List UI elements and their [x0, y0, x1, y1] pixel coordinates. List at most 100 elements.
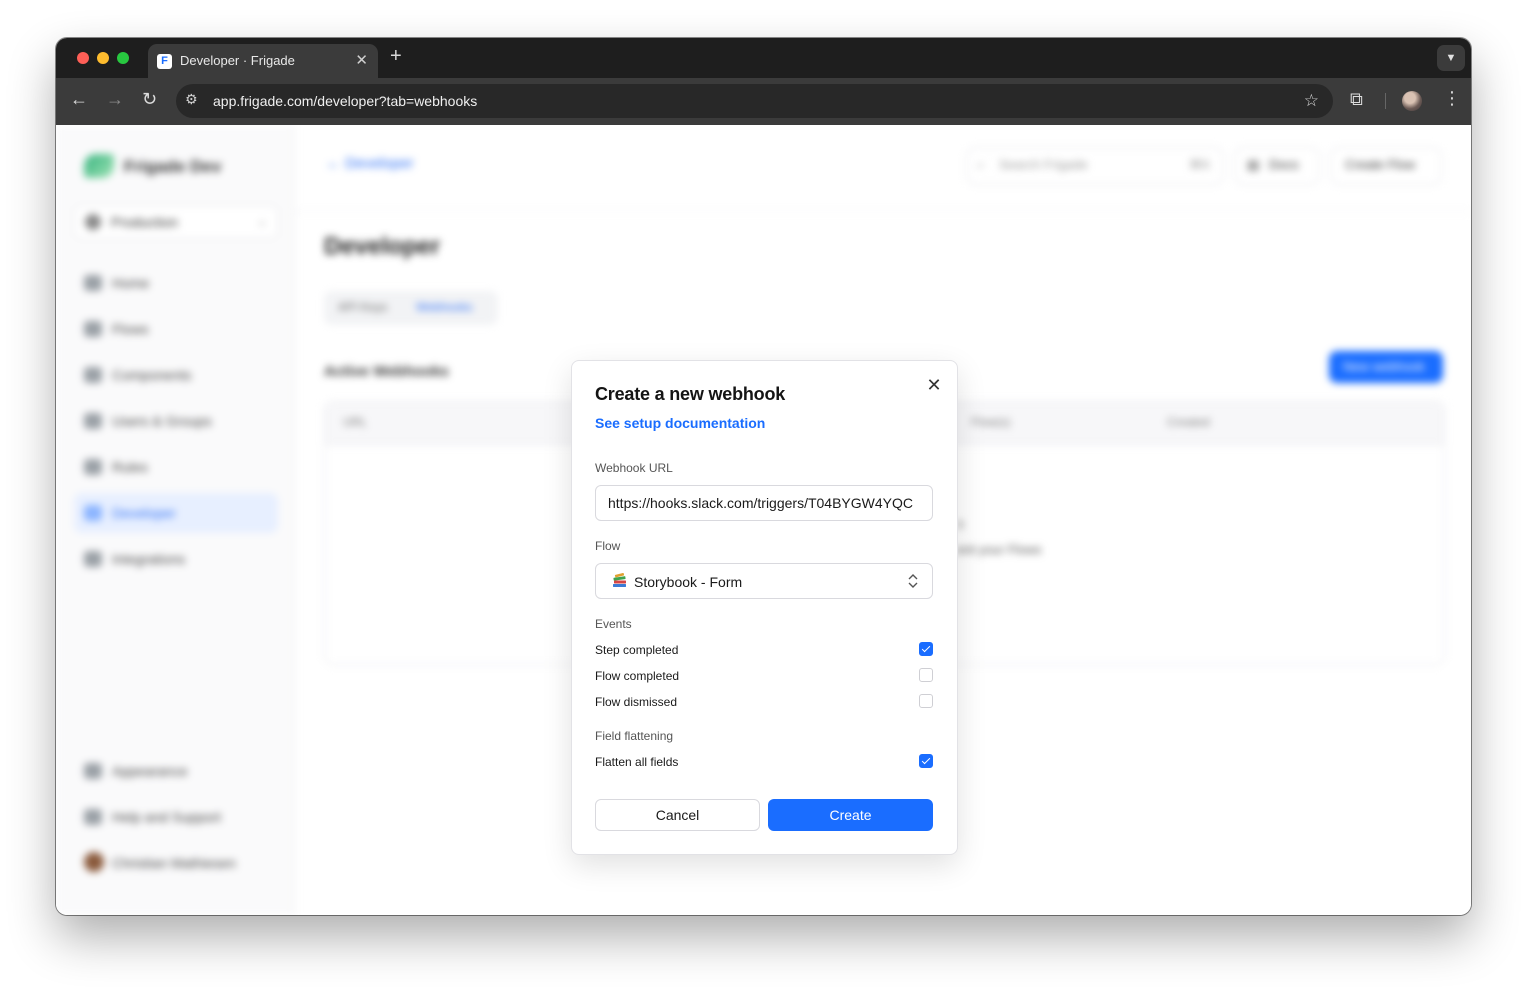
sidebar: Frigade Dev Production ⌄ Home Flows Comp… [56, 125, 295, 915]
flow-dismissed-checkbox[interactable] [919, 694, 933, 708]
forward-arrow-icon[interactable]: → [106, 89, 124, 110]
sidebar-item-label: Flows [112, 321, 149, 337]
flow-select-value: Storybook - Form [634, 574, 743, 590]
create-webhook-modal: ✕ Create a new webhook See setup documen… [571, 360, 958, 855]
browser-menu-icon[interactable]: ⋮ [1443, 88, 1461, 109]
cancel-button[interactable]: Cancel [595, 799, 760, 831]
new-tab-icon[interactable]: + [390, 45, 402, 68]
browser-tab[interactable]: F Developer · Frigade ✕ [148, 44, 378, 78]
globe-icon [85, 214, 101, 230]
docs-label: Docs [1269, 157, 1299, 172]
column-url: URL [343, 415, 368, 429]
breadcrumb[interactable]: ← Developer [326, 155, 414, 172]
bookmark-star-icon[interactable]: ☆ [1304, 91, 1319, 111]
sidebar-item-label: Developer [112, 505, 176, 521]
setup-docs-link[interactable]: See setup documentation [595, 415, 765, 431]
event-step-completed: Step completed [595, 640, 933, 660]
flatten-all-fields-row: Flatten all fields [595, 752, 933, 772]
webhook-url-label: Webhook URL [595, 461, 673, 475]
user-name[interactable]: Christian Mathiesen [112, 855, 236, 871]
tab-search-icon[interactable]: ▼ [1437, 45, 1465, 71]
integrations-icon [84, 551, 102, 567]
environment-label: Production [111, 214, 178, 230]
close-icon[interactable]: ✕ [922, 373, 946, 397]
sidebar-item-label: Users & Groups [112, 413, 212, 429]
profile-avatar[interactable] [1402, 91, 1422, 111]
url-text[interactable]: app.frigade.com/developer?tab=webhooks [213, 93, 477, 109]
create-flow-label: Create Flow [1345, 157, 1416, 172]
site-settings-icon[interactable]: ⚙ [185, 91, 198, 108]
sidebar-item-appearance[interactable]: Appearance [74, 751, 278, 791]
tab-title: Developer · Frigade [180, 53, 295, 68]
page-tabs: API Keys Webhooks [324, 291, 498, 325]
code-icon [84, 505, 102, 521]
browser-titlebar: F Developer · Frigade ✕ + ▼ [56, 38, 1471, 78]
address-bar[interactable]: ⚙ app.frigade.com/developer?tab=webhooks… [176, 84, 1333, 118]
chevron-up-down-icon [908, 574, 918, 588]
maximize-window-button[interactable] [117, 52, 129, 64]
flatten-all-fields-checkbox[interactable] [919, 754, 933, 768]
tab-api-keys[interactable]: API Keys [338, 300, 387, 314]
sidebar-item-label: Rules [112, 459, 148, 475]
reload-icon[interactable]: ↻ [142, 89, 157, 110]
components-icon [84, 367, 102, 383]
sidebar-item-label: Help and Support [112, 809, 221, 825]
extensions-icon[interactable]: ⧉ [1350, 89, 1363, 110]
docs-button[interactable]: ▤ Docs [1234, 147, 1320, 185]
sidebar-item-help[interactable]: Help and Support [74, 797, 278, 837]
event-label: Step completed [595, 643, 679, 657]
flow-completed-checkbox[interactable] [919, 668, 933, 682]
create-button[interactable]: Create [768, 799, 933, 831]
search-placeholder: Search Frigade [999, 157, 1088, 172]
sidebar-item-label: Home [112, 275, 150, 291]
app-viewport: Frigade Dev Production ⌄ Home Flows Comp… [56, 125, 1471, 915]
close-window-button[interactable] [77, 52, 89, 64]
flatten-all-fields-label: Flatten all fields [595, 755, 679, 769]
sidebar-item-home[interactable]: Home [74, 263, 278, 303]
breadcrumb-label: Developer [345, 155, 414, 172]
modal-title: Create a new webhook [595, 384, 786, 404]
rules-icon [84, 459, 102, 475]
step-completed-checkbox[interactable] [919, 642, 933, 656]
event-flow-dismissed: Flow dismissed [595, 692, 933, 712]
minimize-window-button[interactable] [97, 52, 109, 64]
books-icon [613, 573, 626, 587]
toolbar-divider [1385, 93, 1386, 109]
frigade-favicon-icon: F [157, 54, 172, 69]
help-icon [84, 809, 102, 825]
event-flow-completed: Flow completed [595, 666, 933, 686]
tab-webhooks[interactable]: Webhooks [416, 300, 472, 314]
search-icon: ⌕ [977, 157, 985, 172]
event-label: Flow completed [595, 669, 680, 683]
environment-select[interactable]: Production ⌄ [74, 205, 278, 239]
tab-close-icon[interactable]: ✕ [355, 51, 368, 69]
sidebar-item-integrations[interactable]: Integrations [74, 539, 278, 579]
new-webhook-label: New webhook [1343, 359, 1425, 374]
section-title: Active Webhooks [324, 363, 449, 380]
user-avatar[interactable] [84, 852, 104, 872]
webhook-url-input[interactable] [595, 485, 933, 521]
sidebar-item-label: Appearance [112, 763, 188, 779]
create-flow-button[interactable]: Create Flow [1330, 147, 1442, 185]
new-webhook-button[interactable]: New webhook [1329, 351, 1443, 383]
sidebar-item-label: Integrations [112, 551, 186, 567]
browser-toolbar: ← → ↻ ⚙ app.frigade.com/developer?tab=we… [56, 78, 1471, 125]
page-title: Developer [324, 233, 441, 260]
frigade-logo-icon [84, 154, 114, 178]
search-shortcut: ⌘K [1189, 157, 1211, 172]
empty-state-line-2: ent your Flows [957, 542, 1042, 557]
sidebar-item-components[interactable]: Components [74, 355, 278, 395]
flow-select[interactable]: Storybook - Form [595, 563, 933, 599]
org-name: Frigade Dev [124, 157, 222, 176]
sidebar-item-label: Components [112, 367, 192, 383]
sidebar-item-developer[interactable]: Developer [74, 493, 278, 533]
chevron-down-icon: ⌄ [256, 214, 267, 228]
sidebar-item-rules[interactable]: Rules [74, 447, 278, 487]
docs-icon: ▤ [1247, 157, 1260, 172]
users-icon [84, 413, 102, 429]
search-input[interactable]: ⌕ Search Frigade ⌘K [966, 147, 1224, 185]
back-arrow-icon[interactable]: ← [70, 89, 88, 110]
browser-window: F Developer · Frigade ✕ + ▼ ← → ↻ ⚙ app.… [56, 38, 1471, 915]
sidebar-item-users-groups[interactable]: Users & Groups [74, 401, 278, 441]
sidebar-item-flows[interactable]: Flows [74, 309, 278, 349]
